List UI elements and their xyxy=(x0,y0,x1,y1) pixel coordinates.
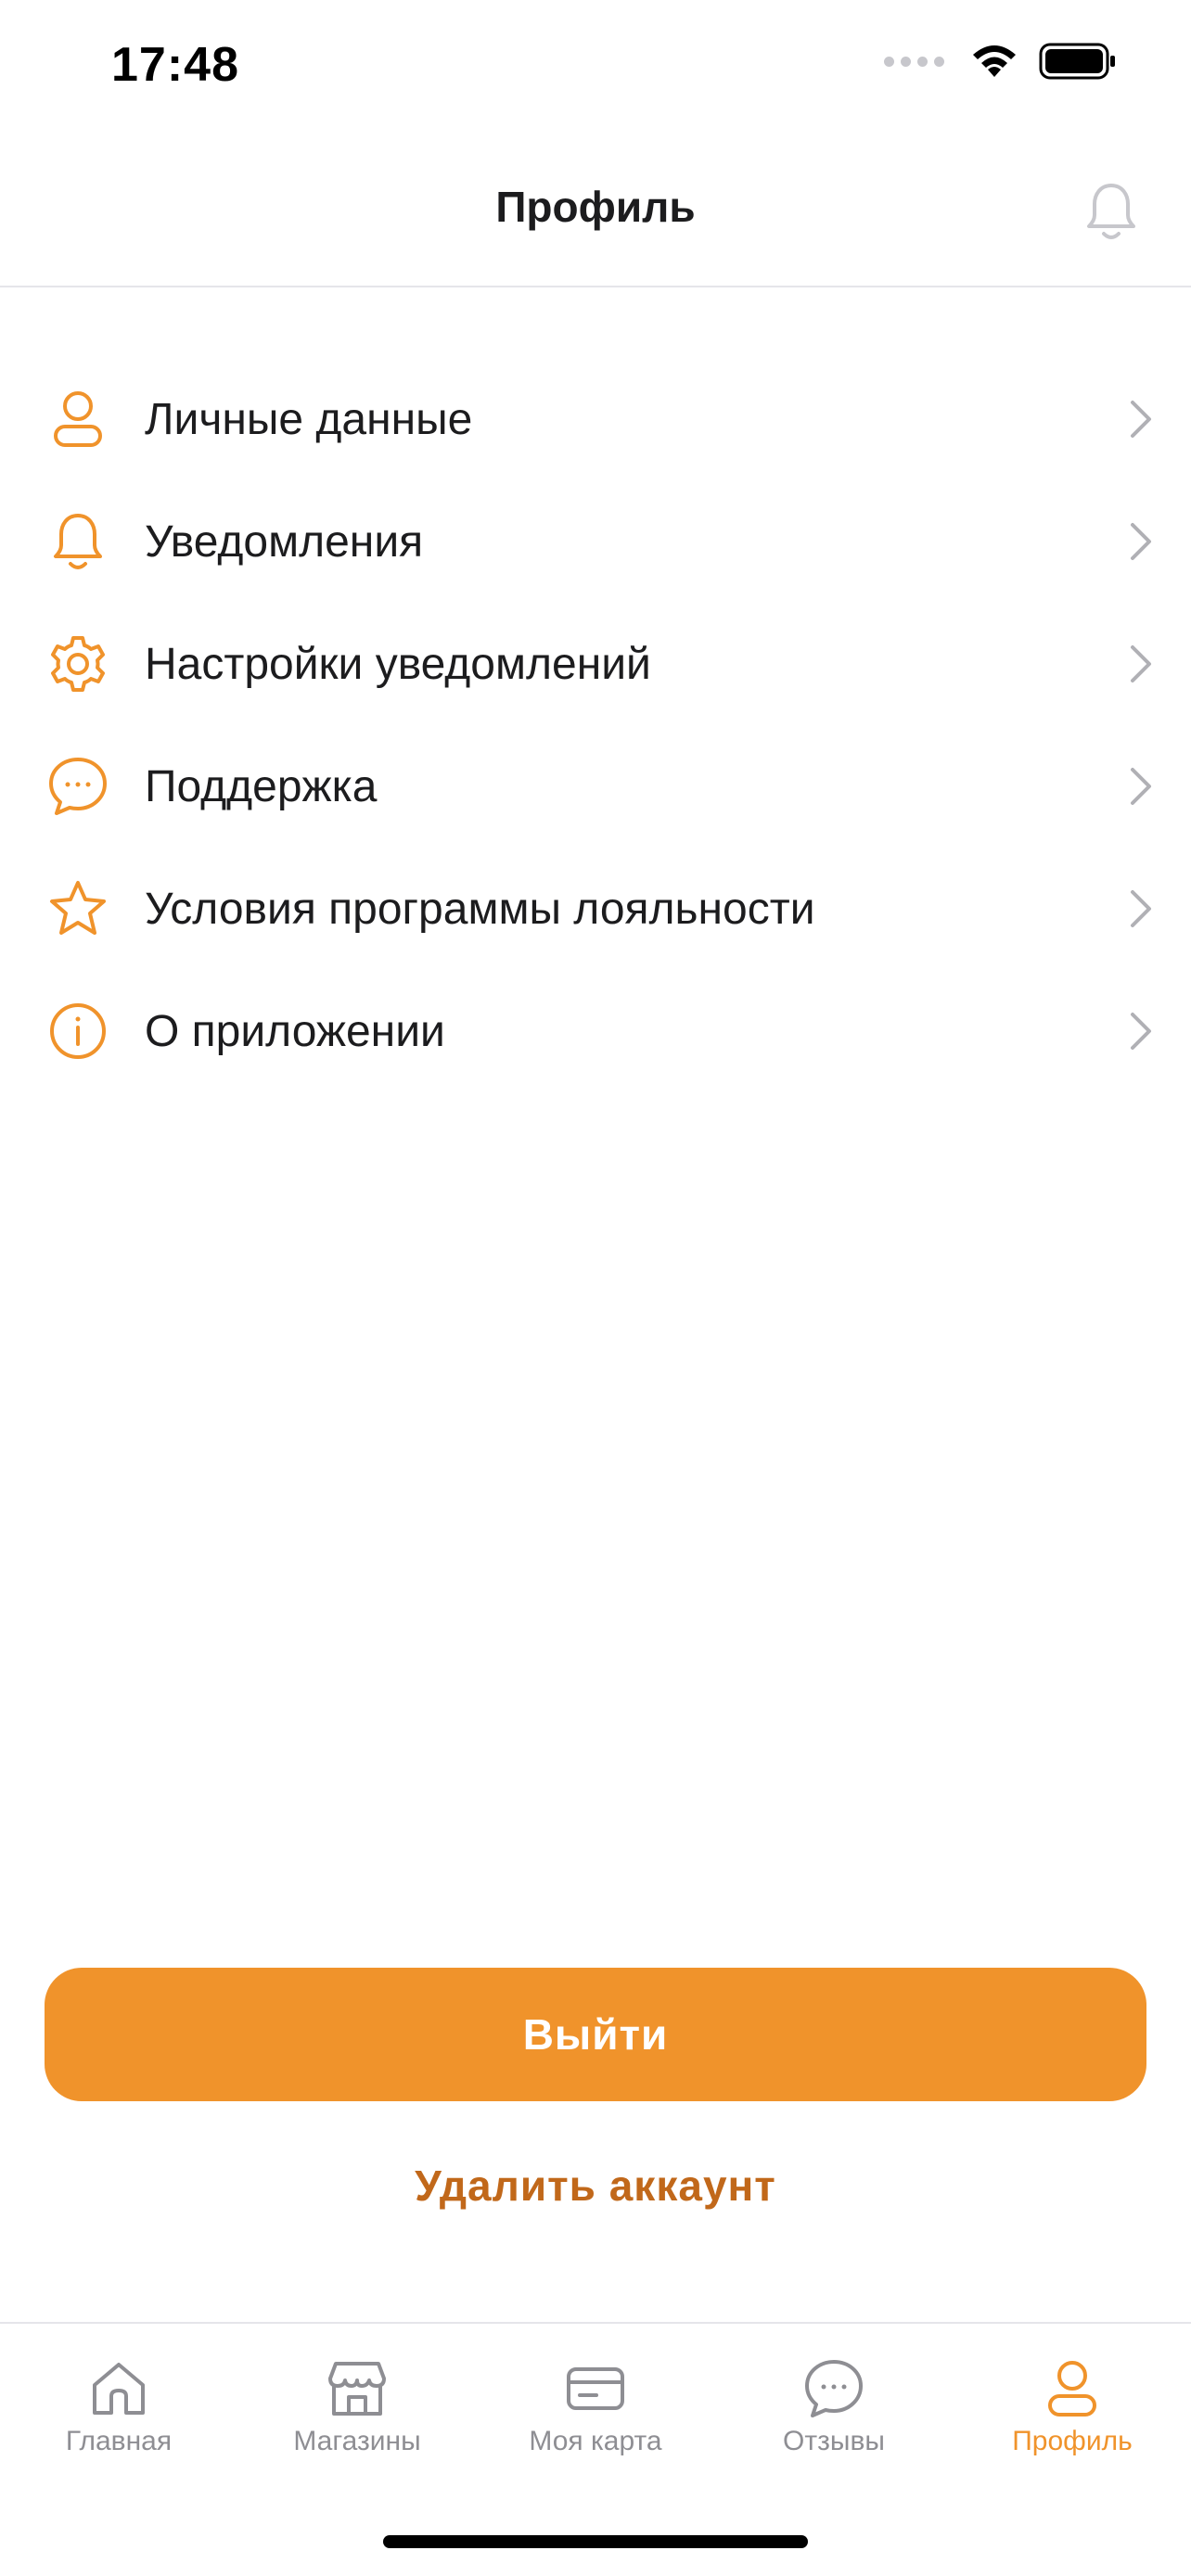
tab-stores[interactable]: Магазины xyxy=(238,2355,476,2467)
chevron-right-icon xyxy=(1122,762,1159,810)
menu-item-loyalty-terms[interactable]: Условия программы лояльности xyxy=(0,848,1191,970)
tab-reviews[interactable]: Отзывы xyxy=(715,2355,953,2467)
menu-item-about-app[interactable]: О приложении xyxy=(0,970,1191,1092)
user-icon xyxy=(1039,2355,1106,2422)
header: Профиль xyxy=(0,139,1191,287)
info-icon xyxy=(46,1000,109,1063)
profile-menu: Личные данные Уведомления Настройки увед… xyxy=(0,358,1191,1092)
menu-item-label: Настройки уведомлений xyxy=(145,639,651,689)
tab-home[interactable]: Главная xyxy=(0,2355,237,2467)
menu-item-label: О приложении xyxy=(145,1006,445,1056)
gear-icon xyxy=(46,632,109,695)
home-indicator xyxy=(383,2535,808,2548)
home-icon xyxy=(85,2355,152,2422)
page-title: Профиль xyxy=(495,183,696,231)
delete-account-link[interactable]: Удалить аккаунт xyxy=(0,2161,1191,2211)
chat-bubble-icon xyxy=(800,2355,867,2422)
profile-screen: 17:48 Профиль Личные данные Уведомления … xyxy=(0,0,1191,2576)
menu-item-support[interactable]: Поддержка xyxy=(0,725,1191,848)
chevron-right-icon xyxy=(1122,885,1159,933)
status-bar: 17:48 xyxy=(0,0,1191,139)
chevron-right-icon xyxy=(1122,395,1159,443)
bell-icon xyxy=(46,510,109,573)
tab-label: Отзывы xyxy=(783,2426,885,2456)
menu-item-label: Условия программы лояльности xyxy=(145,884,815,934)
wifi-icon xyxy=(973,45,1016,77)
chat-bubble-icon xyxy=(46,755,109,818)
chevron-right-icon xyxy=(1122,1007,1159,1055)
menu-item-label: Личные данные xyxy=(145,394,473,444)
tab-my-card[interactable]: Моя карта xyxy=(477,2355,714,2467)
battery-icon xyxy=(1039,43,1115,80)
user-icon xyxy=(46,388,109,451)
chevron-right-icon xyxy=(1122,640,1159,688)
store-icon xyxy=(324,2355,391,2422)
tab-label: Моя карта xyxy=(529,2426,662,2456)
tab-label: Профиль xyxy=(1012,2426,1133,2456)
logout-button[interactable]: Выйти xyxy=(45,1968,1146,2101)
card-icon xyxy=(562,2355,629,2422)
cellular-signal-icon xyxy=(884,56,944,67)
tab-label: Магазины xyxy=(293,2426,421,2456)
menu-item-label: Поддержка xyxy=(145,761,378,811)
menu-item-notifications[interactable]: Уведомления xyxy=(0,480,1191,603)
menu-item-label: Уведомления xyxy=(145,516,424,567)
menu-item-notification-settings[interactable]: Настройки уведомлений xyxy=(0,603,1191,725)
star-icon xyxy=(46,877,109,940)
status-icons xyxy=(884,43,1117,80)
chevron-right-icon xyxy=(1122,517,1159,566)
tab-label: Главная xyxy=(65,2426,173,2456)
tab-profile[interactable]: Профиль xyxy=(954,2355,1191,2467)
menu-item-personal-data[interactable]: Личные данные xyxy=(0,358,1191,480)
status-time: 17:48 xyxy=(111,38,239,92)
bell-icon[interactable] xyxy=(1078,178,1145,245)
